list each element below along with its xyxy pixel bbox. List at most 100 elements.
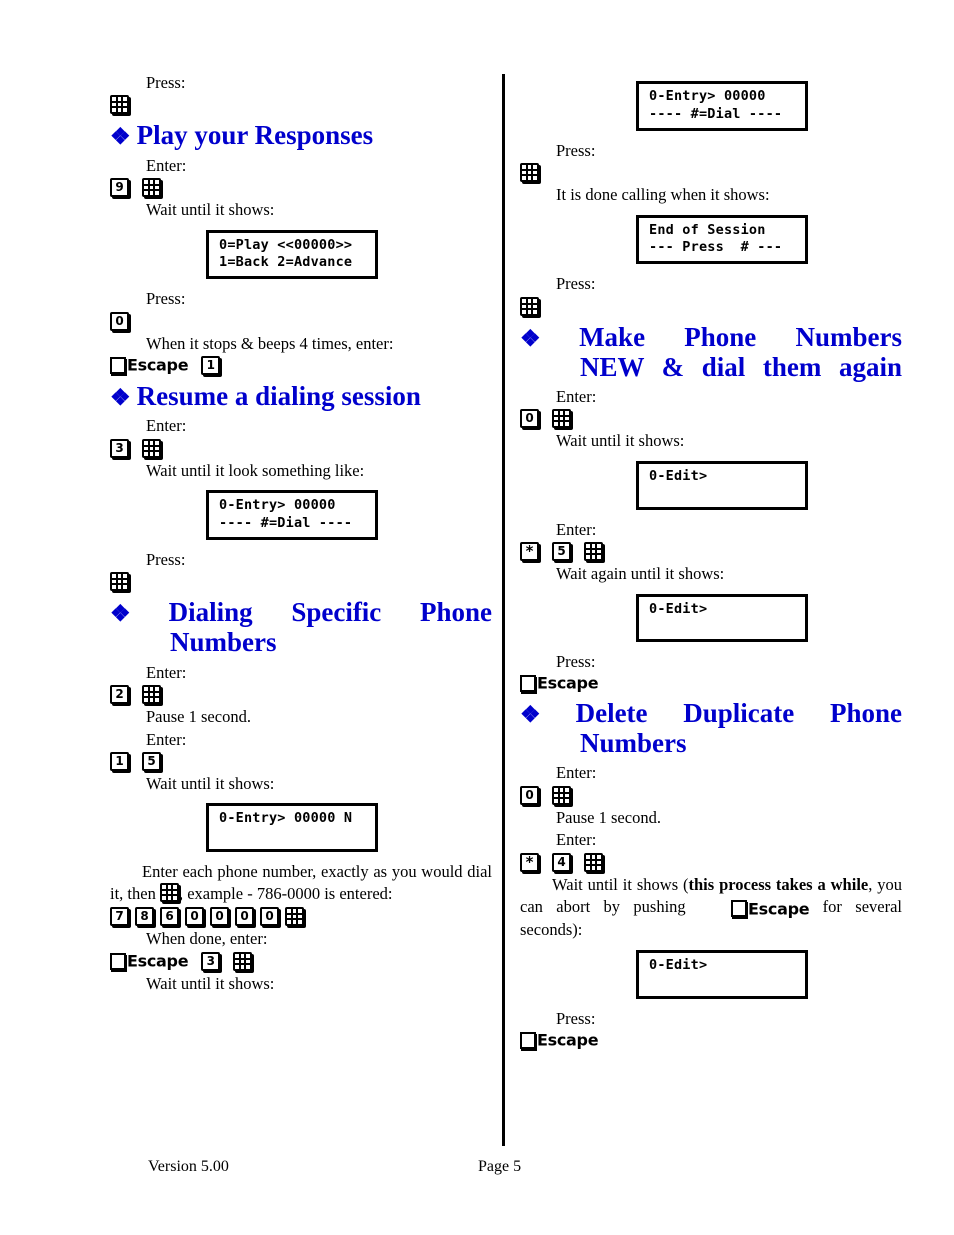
heading-word-2: Specific [291, 597, 382, 628]
wait-bold-text: this process takes a while [688, 874, 869, 894]
key-sequence-hash: # [110, 572, 492, 592]
lcd-line-1: 0-Edit> [649, 957, 708, 974]
key-0-icon[interactable]: 0 [520, 785, 539, 805]
key-hash-icon[interactable]: # [110, 95, 129, 115]
key-escape[interactable]: Escape [520, 674, 599, 692]
key-sequence-escape-3-hash: Escape 3 [110, 951, 492, 971]
key-hash-icon[interactable] [552, 785, 571, 805]
key-5-icon[interactable]: 5 [142, 752, 161, 771]
key-hash-icon[interactable] [142, 438, 161, 458]
press-label: Press: [556, 274, 596, 294]
key-hash-icon[interactable] [285, 907, 304, 927]
press-label: Press: [146, 549, 186, 569]
press-label: Press: [556, 652, 596, 672]
enter-label: Enter: [146, 155, 187, 175]
lcd-line-2: ---- #=Dial ---- [219, 514, 353, 531]
abort-instruction: Wait until it shows (this process takes … [520, 874, 902, 942]
escape-label: Escape [127, 355, 189, 375]
key-7-icon[interactable]: 7 [110, 907, 129, 927]
key-hash-icon[interactable] [159, 883, 179, 903]
key-1-icon[interactable]: 1 [110, 752, 129, 771]
heading-word-2: Phone [684, 321, 757, 352]
key-hash-icon[interactable] [142, 685, 161, 705]
key-star-icon[interactable]: * [520, 852, 539, 872]
key-8-icon[interactable]: 8 [135, 907, 154, 927]
heading-word-4: Numbers [170, 627, 277, 658]
key-0-icon[interactable]: 0 [110, 311, 129, 331]
key-1-icon[interactable]: 1 [201, 356, 221, 376]
wait-label: Wait until it look something like: [146, 460, 365, 480]
lcd-display-entry: 0-Entry> 00000 ---- #=Dial ---- [206, 490, 378, 540]
key-5-icon[interactable]: 5 [552, 542, 571, 562]
heading-resume-a-dialing-session: ❖ Resume a dialing session [110, 381, 492, 411]
enter-label: Enter: [146, 416, 187, 436]
key-0-icon[interactable]: 0 [185, 907, 204, 927]
pause-label: Pause 1 second. [146, 707, 251, 727]
heading-word-3: Phone [420, 597, 493, 628]
escape-box-icon [110, 952, 126, 970]
key-hash-icon[interactable]: # [520, 296, 539, 316]
key-4-icon[interactable]: 4 [552, 852, 571, 872]
wait-label: Wait until it shows: [556, 431, 685, 451]
lcd-display-entry-top: 0-Entry> 00000 ---- #=Dial ---- [636, 81, 808, 131]
escape-label: Escape [537, 1030, 599, 1050]
heading-make-phone-numbers-new: ❖ Make Phone Numbers NEW & dial them again [520, 322, 902, 382]
key-escape[interactable]: Escape [520, 1030, 599, 1050]
lcd-line-2: --- Press # --- [649, 239, 783, 256]
key-escape[interactable]: Escape [699, 897, 810, 920]
lcd-line-1: 0-Edit> [649, 467, 708, 484]
key-sequence-0-hash: 0 [520, 785, 902, 805]
key-hash-icon[interactable] [584, 852, 603, 872]
lcd-line-2 [649, 975, 805, 992]
diamond-bullet-icon: ❖ [110, 124, 131, 150]
key-9-icon[interactable]: 9 [110, 178, 129, 198]
document-page: Press: # ❖Play your Responses Enter: 9 W… [0, 0, 954, 1235]
key-hash-icon[interactable]: # [520, 163, 539, 183]
key-hash-icon[interactable] [233, 951, 253, 971]
key-3-icon[interactable]: 3 [110, 438, 129, 458]
heading-word-2: Duplicate [683, 697, 795, 728]
lcd-line-1: 0-Entry> 00000 [649, 88, 766, 104]
escape-box-icon [110, 357, 126, 375]
left-column: Press: # ❖Play your Responses Enter: 9 W… [110, 72, 492, 995]
lcd-line-1: End of Session [649, 221, 766, 238]
key-2-icon[interactable]: 2 [110, 685, 129, 705]
diamond-bullet-icon: ❖ [110, 385, 131, 411]
key-sequence-hash: # [520, 296, 902, 316]
key-0-icon[interactable]: 0 [520, 409, 539, 429]
intro-key-row: # [110, 95, 492, 115]
key-3-icon[interactable]: 3 [201, 951, 221, 971]
lcd-line-2: ---- #=Dial ---- [649, 105, 783, 122]
when-done-label: When done, enter: [146, 929, 268, 949]
key-escape[interactable]: Escape [110, 355, 189, 375]
heading-word-1: Dialing [168, 597, 253, 628]
lcd-display-play: 0=Play <<00000>> 1=Back 2=Advance [206, 229, 378, 280]
lcd-line-1: 0=Play <<00000>> [219, 236, 353, 253]
phone-entry-instruction: Enter each phone number, exactly as you … [110, 861, 492, 905]
wait-part-1: Wait until it shows ( [552, 874, 689, 894]
lcd-line-1: 0-Entry> 00000 N [219, 810, 353, 827]
key-hash-icon[interactable] [142, 178, 161, 198]
page-number: Page 5 [478, 1158, 522, 1175]
diamond-bullet-icon: ❖ [110, 601, 163, 627]
escape-label: Escape [748, 899, 810, 919]
key-0-icon[interactable]: 0 [235, 907, 254, 927]
key-hash-icon[interactable]: # [110, 572, 129, 592]
key-escape[interactable]: Escape [110, 951, 189, 971]
key-0-icon[interactable]: 0 [210, 907, 229, 927]
heading-text: Resume a dialing session [136, 381, 421, 412]
enter-label: Enter: [146, 729, 187, 749]
key-0-icon[interactable]: 0 [260, 907, 279, 927]
escape-label: Escape [127, 951, 189, 971]
lcd-line-2 [219, 828, 375, 845]
lcd-display-edit: 0-Edit> [636, 950, 808, 1000]
key-6-icon[interactable]: 6 [160, 907, 179, 927]
key-sequence-escape: Escape [520, 674, 902, 692]
key-star-icon[interactable]: * [520, 542, 539, 562]
enter-label: Enter: [146, 662, 187, 682]
key-sequence-0-hash: 0 [520, 409, 902, 429]
done-calling-label: It is done calling when it shows: [556, 185, 770, 205]
press-label: Press: [556, 140, 596, 160]
key-hash-icon[interactable] [584, 542, 603, 562]
key-hash-icon[interactable] [552, 409, 571, 429]
